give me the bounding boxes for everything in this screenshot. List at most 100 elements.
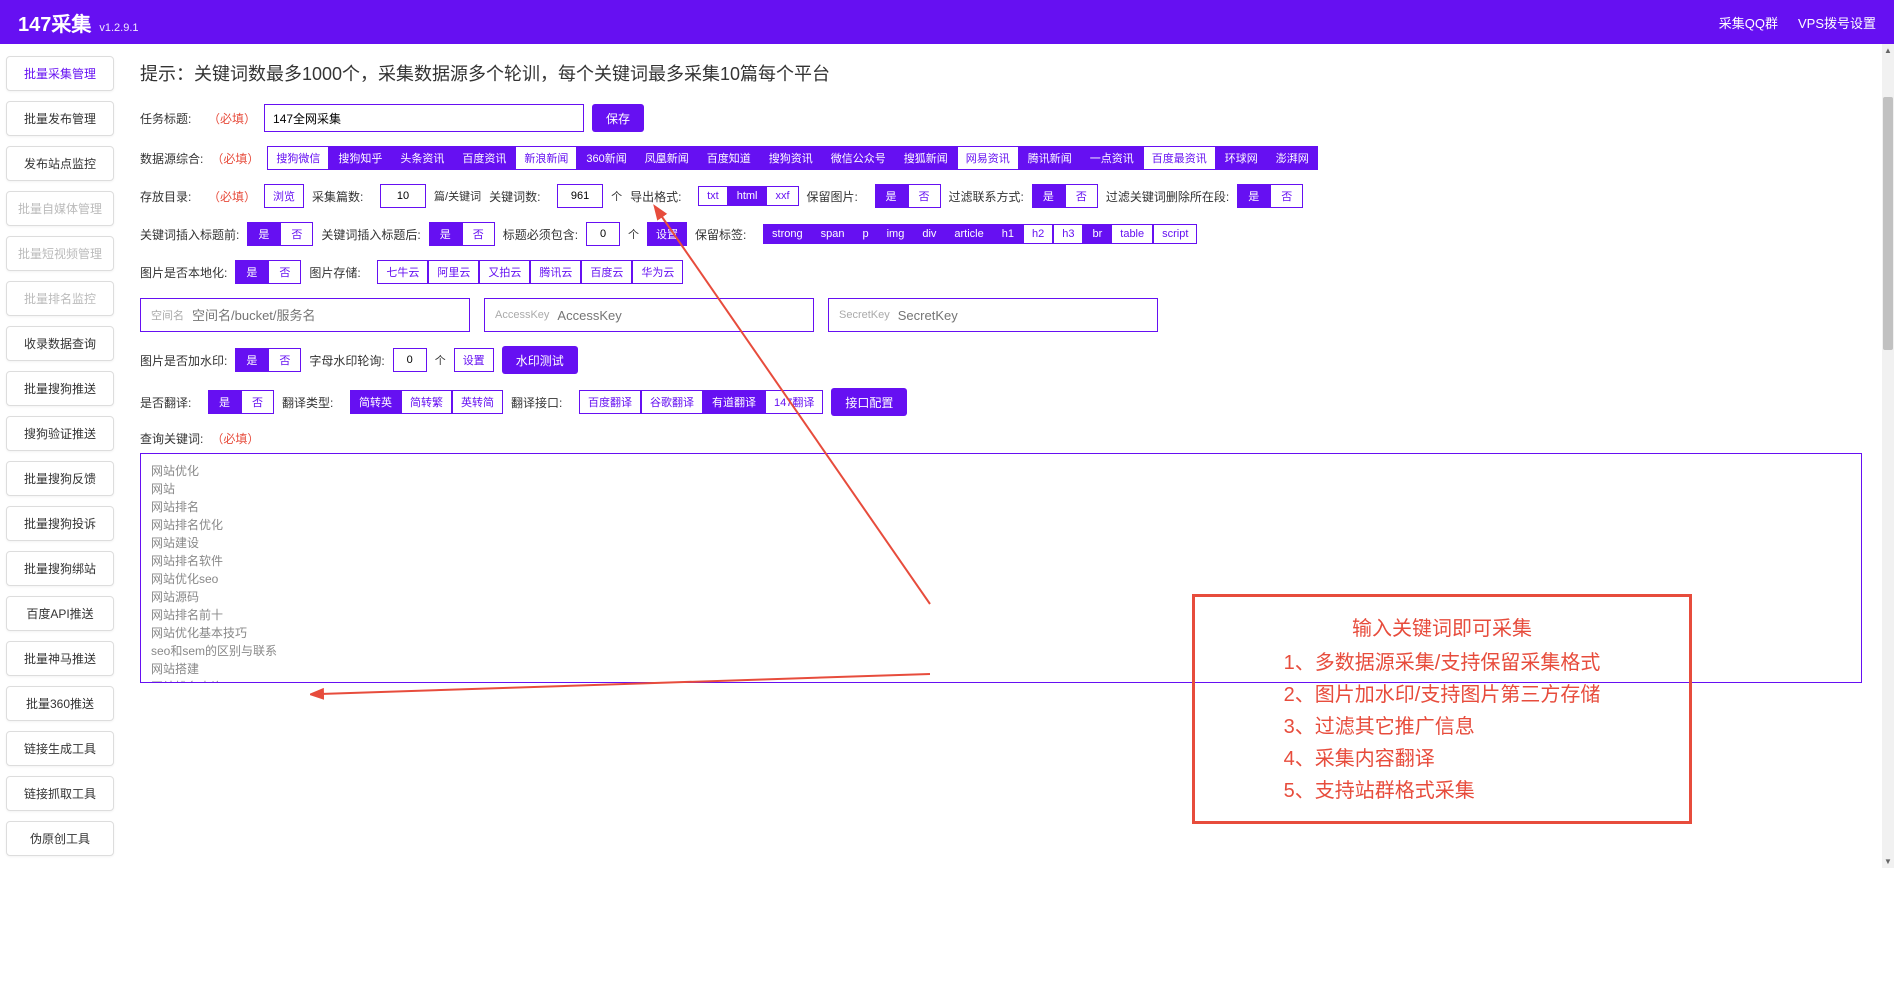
- browse-button[interactable]: 浏览: [264, 184, 304, 208]
- source-tag-3[interactable]: 百度资讯: [453, 146, 515, 170]
- source-tag-13[interactable]: 一点资讯: [1081, 146, 1143, 170]
- keep-tag-10[interactable]: table: [1111, 224, 1153, 244]
- store-tag-2[interactable]: 又拍云: [479, 260, 530, 284]
- keep-tag-7[interactable]: h2: [1023, 224, 1053, 244]
- sidebar-item-1[interactable]: 批量发布管理: [6, 101, 114, 136]
- store-tag-4[interactable]: 百度云: [581, 260, 632, 284]
- save-button[interactable]: 保存: [592, 104, 644, 132]
- trapi-tag-1[interactable]: 谷歌翻译: [641, 390, 703, 414]
- keep-tag-3[interactable]: img: [878, 224, 914, 244]
- kwdel-no[interactable]: 否: [1270, 184, 1303, 208]
- source-tag-12[interactable]: 腾讯新闻: [1019, 146, 1081, 170]
- sidebar-item-14[interactable]: 批量360推送: [6, 686, 114, 721]
- vertical-scrollbar[interactable]: ▲ ▼: [1882, 44, 1894, 868]
- keep-tag-2[interactable]: p: [853, 224, 877, 244]
- img-toggle[interactable]: 是 否: [875, 184, 941, 208]
- kwpost-no[interactable]: 否: [462, 222, 495, 246]
- secretkey-input[interactable]: [898, 308, 1147, 323]
- kwpre-toggle[interactable]: 是 否: [247, 222, 313, 246]
- trtype-tag-1[interactable]: 简转繁: [401, 390, 452, 414]
- scroll-thumb[interactable]: [1883, 97, 1893, 350]
- store-tag-5[interactable]: 华为云: [632, 260, 683, 284]
- keep-tag-4[interactable]: div: [913, 224, 945, 244]
- count-input[interactable]: [380, 184, 426, 208]
- kwdel-yes[interactable]: 是: [1237, 184, 1270, 208]
- header-link-qq[interactable]: 采集QQ群: [1719, 13, 1778, 32]
- fmt-tag-2[interactable]: xxf: [766, 186, 798, 206]
- sidebar-item-15[interactable]: 链接生成工具: [6, 731, 114, 766]
- source-tag-10[interactable]: 搜狐新闻: [895, 146, 957, 170]
- source-tag-15[interactable]: 环球网: [1216, 146, 1267, 170]
- tr-config-button[interactable]: 接口配置: [831, 388, 907, 416]
- fmt-tag-0[interactable]: txt: [698, 186, 728, 206]
- store-tag-0[interactable]: 七牛云: [377, 260, 428, 284]
- accesskey-field[interactable]: AccessKey: [484, 298, 814, 332]
- contact-toggle[interactable]: 是 否: [1032, 184, 1098, 208]
- img-yes[interactable]: 是: [875, 184, 908, 208]
- source-tag-11[interactable]: 网易资讯: [957, 146, 1019, 170]
- scroll-up-icon[interactable]: ▲: [1882, 44, 1894, 57]
- task-title-input[interactable]: [264, 104, 584, 132]
- secretkey-field[interactable]: SecretKey: [828, 298, 1158, 332]
- keep-tag-11[interactable]: script: [1153, 224, 1197, 244]
- tr-yes[interactable]: 是: [208, 390, 241, 414]
- wmrot-set-button[interactable]: 设置: [454, 348, 494, 372]
- source-tag-6[interactable]: 凤凰新闻: [636, 146, 698, 170]
- kwpre-yes[interactable]: 是: [247, 222, 280, 246]
- trtype-tag-2[interactable]: 英转简: [452, 390, 503, 414]
- keywords-textarea[interactable]: [140, 453, 1862, 683]
- sidebar-item-8[interactable]: 搜狗验证推送: [6, 416, 114, 451]
- wm-yes[interactable]: 是: [235, 348, 268, 372]
- source-tag-7[interactable]: 百度知道: [698, 146, 760, 170]
- sidebar-item-6[interactable]: 收录数据查询: [6, 326, 114, 361]
- imgloc-yes[interactable]: 是: [235, 260, 268, 284]
- wm-toggle[interactable]: 是 否: [235, 348, 301, 372]
- accesskey-input[interactable]: [557, 308, 803, 323]
- keep-tag-1[interactable]: span: [812, 224, 854, 244]
- kwpre-no[interactable]: 否: [280, 222, 313, 246]
- must-set-button[interactable]: 设置: [647, 222, 687, 246]
- space-field[interactable]: 空间名: [140, 298, 470, 332]
- imgloc-no[interactable]: 否: [268, 260, 301, 284]
- kwcount-input[interactable]: [557, 184, 603, 208]
- keep-tag-8[interactable]: h3: [1053, 224, 1083, 244]
- kwpost-yes[interactable]: 是: [429, 222, 462, 246]
- sidebar-item-10[interactable]: 批量搜狗投诉: [6, 506, 114, 541]
- scroll-down-icon[interactable]: ▼: [1882, 855, 1894, 868]
- keep-tag-0[interactable]: strong: [763, 224, 812, 244]
- wm-test-button[interactable]: 水印测试: [502, 346, 578, 374]
- source-tag-16[interactable]: 澎湃网: [1267, 146, 1318, 170]
- source-tag-8[interactable]: 搜狗资讯: [760, 146, 822, 170]
- sidebar-item-2[interactable]: 发布站点监控: [6, 146, 114, 181]
- keep-tag-5[interactable]: article: [945, 224, 992, 244]
- trapi-tag-3[interactable]: 147翻译: [765, 390, 823, 414]
- trapi-tag-0[interactable]: 百度翻译: [579, 390, 641, 414]
- wmrot-input[interactable]: [393, 348, 427, 372]
- sidebar-item-11[interactable]: 批量搜狗绑站: [6, 551, 114, 586]
- trapi-tag-2[interactable]: 有道翻译: [703, 390, 765, 414]
- sidebar-item-13[interactable]: 批量神马推送: [6, 641, 114, 676]
- source-tag-0[interactable]: 搜狗微信: [267, 146, 329, 170]
- tr-no[interactable]: 否: [241, 390, 274, 414]
- source-tag-14[interactable]: 百度最资讯: [1143, 146, 1216, 170]
- must-input[interactable]: [586, 222, 620, 246]
- store-tag-3[interactable]: 腾讯云: [530, 260, 581, 284]
- store-tag-1[interactable]: 阿里云: [428, 260, 479, 284]
- kwdel-toggle[interactable]: 是 否: [1237, 184, 1303, 208]
- sidebar-item-12[interactable]: 百度API推送: [6, 596, 114, 631]
- sidebar-item-0[interactable]: 批量采集管理: [6, 56, 114, 91]
- sidebar-item-16[interactable]: 链接抓取工具: [6, 776, 114, 811]
- source-tag-1[interactable]: 搜狗知乎: [329, 146, 391, 170]
- trtype-tag-0[interactable]: 简转英: [350, 390, 401, 414]
- contact-no[interactable]: 否: [1065, 184, 1098, 208]
- sidebar-item-17[interactable]: 伪原创工具: [6, 821, 114, 856]
- source-tag-9[interactable]: 微信公众号: [822, 146, 895, 170]
- sidebar-item-9[interactable]: 批量搜狗反馈: [6, 461, 114, 496]
- img-no[interactable]: 否: [908, 184, 941, 208]
- keep-tag-6[interactable]: h1: [993, 224, 1023, 244]
- tr-toggle[interactable]: 是 否: [208, 390, 274, 414]
- space-input[interactable]: [192, 308, 459, 323]
- source-tag-5[interactable]: 360新闻: [577, 146, 635, 170]
- imgloc-toggle[interactable]: 是 否: [235, 260, 301, 284]
- kwpost-toggle[interactable]: 是 否: [429, 222, 495, 246]
